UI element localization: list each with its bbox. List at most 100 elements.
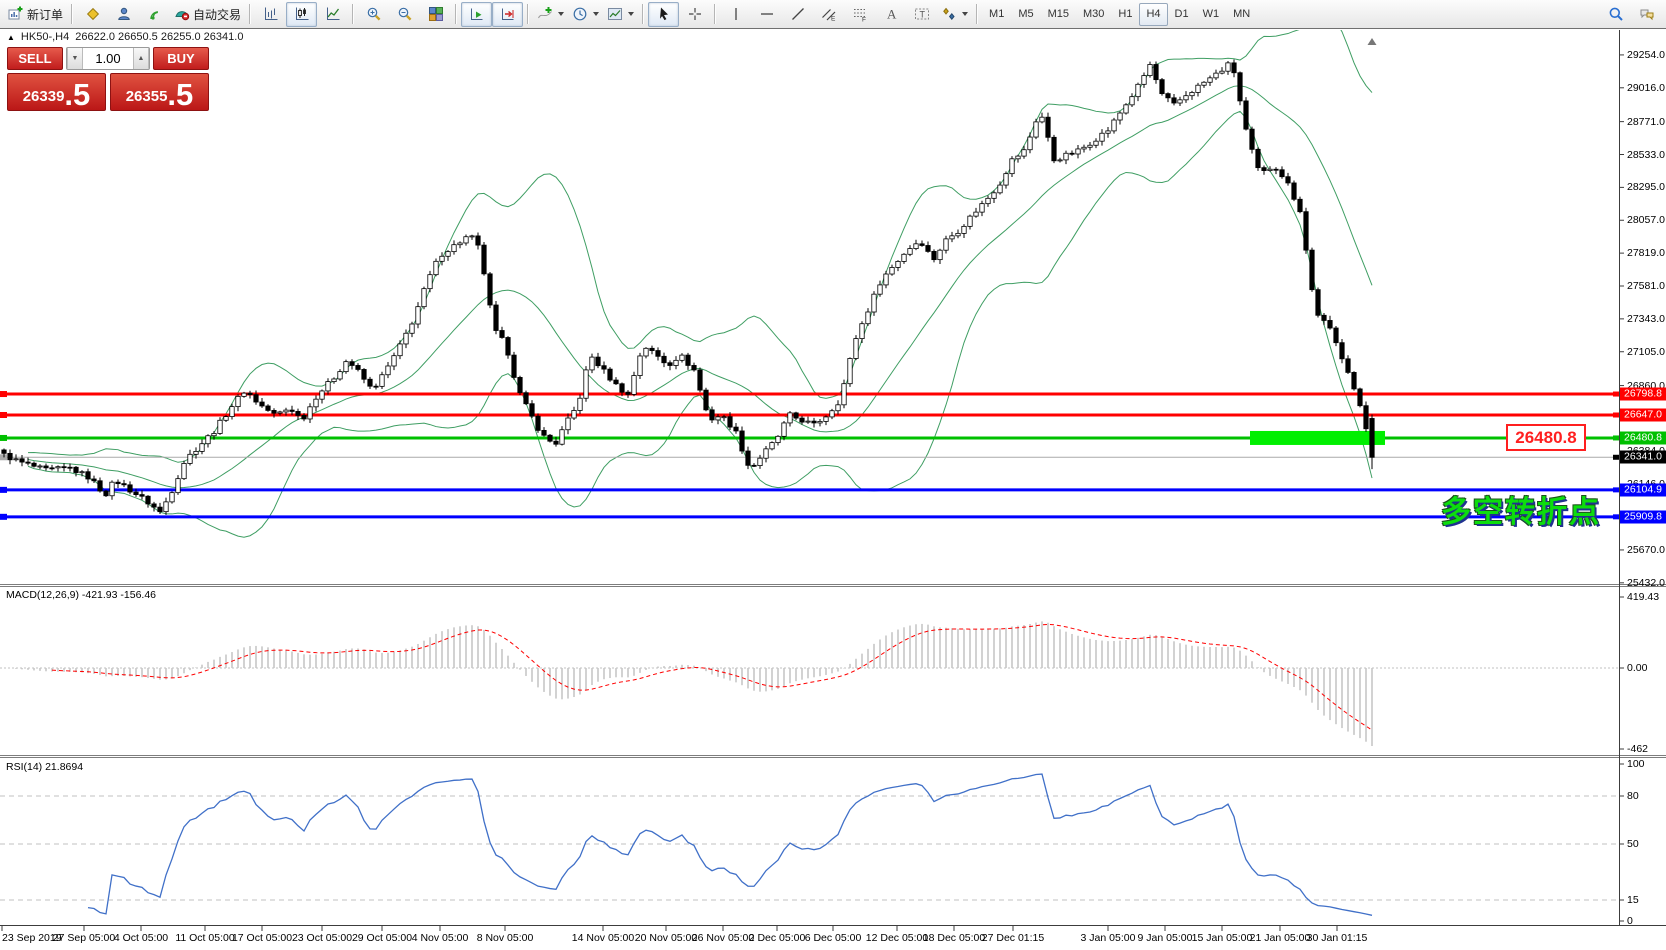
price-axis-tick: 27819.0 <box>1627 247 1665 259</box>
time-axis-label: 14 Nov 05:00 <box>572 932 634 944</box>
macd-indicator <box>0 621 1619 746</box>
time-axis-label: 12 Dec 05:00 <box>866 932 928 944</box>
price-axis-tick: 27343.0 <box>1627 313 1665 325</box>
text-label-button[interactable]: T <box>906 2 937 27</box>
periods-button[interactable] <box>568 2 603 27</box>
price-axis-tick: 27581.0 <box>1627 280 1665 292</box>
timeframe-m5-button[interactable]: M5 <box>1011 3 1040 26</box>
time-axis-label: 17 Oct 05:00 <box>232 932 292 944</box>
bar-chart-button[interactable] <box>255 2 286 27</box>
volume-increase-button[interactable]: ▲ <box>133 48 149 69</box>
text-button[interactable]: A <box>875 2 906 27</box>
candlestick-chart-button[interactable] <box>286 2 317 27</box>
community-button[interactable] <box>1631 2 1662 27</box>
timeframe-m15-button[interactable]: M15 <box>1041 3 1076 26</box>
zoom-out-button[interactable] <box>389 2 420 27</box>
market-button[interactable] <box>108 2 139 27</box>
channel-icon: E <box>821 6 837 22</box>
toolbar-separator <box>249 4 251 24</box>
price-chart[interactable] <box>0 0 1666 950</box>
horizontal-price-lines[interactable] <box>0 391 1619 520</box>
timeframe-d1-button[interactable]: D1 <box>1168 3 1196 26</box>
time-axis-label: 4 Oct 05:00 <box>114 932 168 944</box>
fibonacci-button[interactable]: F <box>844 2 875 27</box>
time-axis-label: 9 Jan 05:00 <box>1138 932 1193 944</box>
metaeditor-button[interactable] <box>77 2 108 27</box>
price-axis-tick: 28295.0 <box>1627 181 1665 193</box>
templates-button[interactable] <box>603 2 638 27</box>
timeframe-m1-button[interactable]: M1 <box>982 3 1011 26</box>
timeframe-h1-button[interactable]: H1 <box>1111 3 1139 26</box>
one-click-trading-panel: SELL ▼ ▲ BUY 26339.5 26355.5 <box>7 47 209 111</box>
highlighted-line-segment <box>1250 431 1385 445</box>
price-axis-tick: 27105.0 <box>1627 346 1665 358</box>
bollinger-bands <box>28 11 1372 537</box>
toolbar-separator <box>455 4 457 24</box>
new-order-button[interactable]: 新订单 <box>4 2 67 27</box>
buy-price-tile[interactable]: 26355.5 <box>110 73 209 111</box>
chart-shift-marker <box>1368 38 1377 45</box>
timeframe-h4-button[interactable]: H4 <box>1139 3 1167 26</box>
search-icon <box>1608 6 1624 22</box>
rsi-axis-tick: 100 <box>1627 758 1645 770</box>
buy-button[interactable]: BUY <box>153 47 209 70</box>
tile-windows-button[interactable] <box>420 2 451 27</box>
macd-label: MACD(12,26,9) -421.93 -156.46 <box>6 589 156 601</box>
toolbar-separator <box>527 4 529 24</box>
rsi-axis-tick: 15 <box>1627 894 1639 906</box>
timeframe-w1-button[interactable]: W1 <box>1196 3 1227 26</box>
bull-bear-turning-point-annotation[interactable]: 多空转折点 <box>1441 487 1601 531</box>
timeframe-mn-button[interactable]: MN <box>1226 3 1257 26</box>
time-axis-label: 23 Oct 05:00 <box>292 932 352 944</box>
cursor-button[interactable] <box>648 2 679 27</box>
search-button[interactable] <box>1600 2 1631 27</box>
price-axis-tick: 25432.0 <box>1627 577 1665 589</box>
volume-decrease-button[interactable]: ▼ <box>67 48 83 69</box>
price-axis-tick: 28533.0 <box>1627 149 1665 161</box>
volume-input[interactable] <box>83 48 133 69</box>
collapse-icon[interactable]: ▲ <box>7 33 15 42</box>
chevron-down-icon <box>962 12 968 16</box>
auto-scroll-button[interactable] <box>461 2 492 27</box>
time-axis-label: 15 Jan 05:00 <box>1192 932 1253 944</box>
indicators-button[interactable] <box>533 2 568 27</box>
arrows-icon <box>941 6 957 22</box>
metaeditor-icon <box>85 6 101 22</box>
signals-button[interactable] <box>139 2 170 27</box>
line-chart-button[interactable] <box>317 2 348 27</box>
macd-axis-tick: -462 <box>1627 743 1648 755</box>
equidistant-channel-button[interactable]: E <box>813 2 844 27</box>
arrows-button[interactable] <box>937 2 972 27</box>
time-axis-label: 4 Nov 05:00 <box>412 932 469 944</box>
symbol-period-label: HK50-,H4 <box>21 31 69 43</box>
price-callout-label[interactable]: 26480.8 <box>1506 424 1586 451</box>
sell-price-tile[interactable]: 26339.5 <box>7 73 106 111</box>
vertical-line-button[interactable] <box>720 2 751 27</box>
price-line-tag: 26647.0 <box>1620 409 1666 422</box>
crosshair-icon <box>687 6 703 22</box>
time-axis-label: 20 Nov 05:00 <box>635 932 697 944</box>
vline-icon <box>728 6 744 22</box>
autotrading-button[interactable]: 自动交易 <box>170 2 245 27</box>
autotrading-label: 自动交易 <box>193 6 241 23</box>
buy-price-fraction: .5 <box>167 81 193 109</box>
time-axis-label: 26 Nov 05:00 <box>692 932 754 944</box>
sell-button[interactable]: SELL <box>7 47 63 70</box>
candles <box>2 60 1374 515</box>
crosshair-button[interactable] <box>679 2 710 27</box>
autotrading-icon <box>174 6 190 22</box>
time-axis-label: 27 Dec 01:15 <box>982 932 1044 944</box>
ohlc-values: 26622.0 26650.5 26255.0 26341.0 <box>75 31 243 43</box>
zoom-in-button[interactable] <box>358 2 389 27</box>
price-axis-tick: 28771.0 <box>1627 116 1665 128</box>
chart-shift-button[interactable] <box>492 2 523 27</box>
time-axis-label: 27 Sep 05:00 <box>53 932 115 944</box>
sell-price-main: 26339 <box>23 87 65 107</box>
timeframe-m30-button[interactable]: M30 <box>1076 3 1111 26</box>
price-line-tag: 25909.8 <box>1620 510 1666 523</box>
tile-windows-icon <box>428 6 444 22</box>
trendline-button[interactable] <box>782 2 813 27</box>
horizontal-line-button[interactable] <box>751 2 782 27</box>
text-label-icon: T <box>914 6 930 22</box>
svg-text:A: A <box>887 7 897 22</box>
